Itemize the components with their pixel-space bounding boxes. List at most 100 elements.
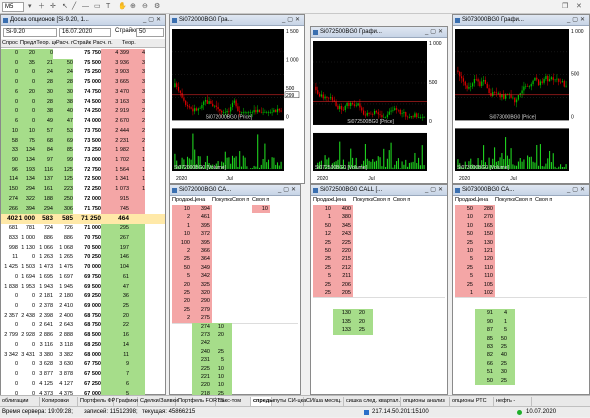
sell-cell[interactable]: 25 xyxy=(313,289,331,297)
sell-cell[interactable]: 2 xyxy=(172,247,190,255)
board-row[interactable]: 002 3782 41069 00025 xyxy=(1,302,165,312)
board-row[interactable]: 002 1812 18069 25036 xyxy=(1,292,165,302)
order-book-header-0[interactable]: Продаж xyxy=(172,196,192,204)
board-row[interactable]: 00283874 5003 1633 xyxy=(1,98,165,108)
buy-price-cell[interactable]: 130 xyxy=(333,309,351,317)
sell-cell[interactable]: 10 xyxy=(455,222,473,230)
order-book-header-4[interactable]: Своя п xyxy=(393,196,445,204)
board-row[interactable]: 15029416122372 2501 0731 xyxy=(1,185,165,195)
board-row[interactable]: 9619311612572 7501 5641 xyxy=(1,166,165,176)
price-chart[interactable]: 1 5001 0005000299Si072000BG0 [Price]Si07… xyxy=(170,15,304,183)
sell-cell[interactable]: 290 xyxy=(192,297,210,305)
tab-1[interactable]: Копировки xyxy=(40,397,78,406)
window-buttons[interactable]: _▢✕ xyxy=(425,186,445,195)
board-row[interactable]: 3 3423 4313 3803 38268 00011 xyxy=(1,351,165,361)
sell-cell[interactable]: 25 xyxy=(455,239,473,247)
zoom-out-icon[interactable]: ⊖ xyxy=(142,2,148,12)
board-row[interactable]: 8331 00088688670 750267 xyxy=(1,234,165,244)
date-field[interactable]: 16.07.2020 xyxy=(59,28,111,37)
buy-price-cell[interactable]: 85 xyxy=(475,335,493,343)
buy-price-cell[interactable]: 90 xyxy=(475,318,493,326)
sell-cell[interactable]: 50 xyxy=(455,230,473,238)
buy-price-cell[interactable]: 82 xyxy=(475,351,493,359)
buy-qty-cell[interactable]: 20 xyxy=(212,331,224,339)
order-book-titlebar[interactable]: Si072000BG0 СА..._▢✕ xyxy=(170,185,300,196)
buy-qty-cell[interactable]: 10 xyxy=(212,373,224,381)
sell-cell[interactable]: 205 xyxy=(333,289,351,297)
sell-cell[interactable]: 110 xyxy=(475,272,493,280)
buy-price-cell[interactable]: 231 xyxy=(192,356,210,364)
buy-qty-cell[interactable]: 25 xyxy=(495,343,507,351)
sell-cell[interactable]: 215 xyxy=(333,255,351,263)
sell-cell[interactable]: 364 xyxy=(192,255,210,263)
sell-cell[interactable]: 100 xyxy=(172,239,190,247)
sell-cell[interactable]: 10 xyxy=(455,213,473,221)
sell-cell[interactable]: 5 xyxy=(455,272,473,280)
buy-qty-cell[interactable]: 20 xyxy=(353,318,365,326)
sell-cell[interactable]: 325 xyxy=(192,281,210,289)
board-row[interactable]: 00384074 2502 9192 xyxy=(1,107,165,117)
board-row[interactable]: 33134848573 2501 9821 xyxy=(1,146,165,156)
order-book-titlebar[interactable]: Si072500BG0 CALL [..._▢✕ xyxy=(311,185,447,196)
board-row[interactable]: 035215075 5003 9363 xyxy=(1,59,165,69)
sell-cell[interactable]: 395 xyxy=(192,239,210,247)
price-chart[interactable]: 1 0005000Si073000BG0 [Price]Si073000BG0 … xyxy=(453,15,589,183)
window-restore-icon[interactable]: ❐ xyxy=(562,2,568,12)
sell-cell[interactable]: 25 xyxy=(313,264,331,272)
text-tool-icon[interactable]: T xyxy=(106,2,110,12)
board-row[interactable]: 003 6283 63067 7509 xyxy=(1,360,165,370)
sell-cell[interactable]: 342 xyxy=(192,272,210,280)
line-tool-icon[interactable]: ╱ xyxy=(72,2,76,12)
buy-price-cell[interactable]: 220 xyxy=(192,381,210,389)
buy-qty-cell[interactable]: 50 xyxy=(495,335,507,343)
board-header-3[interactable]: Страйк xyxy=(73,39,93,48)
sell-cell[interactable]: 20 xyxy=(172,297,190,305)
buy-qty-cell[interactable]: 25 xyxy=(495,377,507,385)
sell-cell[interactable]: 220 xyxy=(333,247,351,255)
tab-11[interactable]: опционы анализ xyxy=(401,397,450,406)
tab-9[interactable]: СИ/ша месяц. xyxy=(304,397,344,406)
gear-icon[interactable]: ⚙ xyxy=(154,2,160,12)
buy-qty-cell[interactable]: 4 xyxy=(495,309,507,317)
hline-tool-icon[interactable]: — xyxy=(82,2,89,12)
order-book-header-3[interactable]: Своя п xyxy=(232,196,252,204)
sell-cell[interactable]: 349 xyxy=(192,264,210,272)
board-row[interactable]: 2 7992 9282 8862 88868 50016 xyxy=(1,331,165,341)
sell-cell[interactable]: 280 xyxy=(475,205,493,213)
order-book-titlebar[interactable]: Si073000BG0 СА..._▢✕ xyxy=(453,185,589,196)
sell-cell[interactable]: 2 xyxy=(172,314,190,322)
hand-tool-icon[interactable]: ✋ xyxy=(118,2,127,12)
board-row[interactable]: 003 8773 87867 5007 xyxy=(1,370,165,380)
buy-price-cell[interactable]: 87 xyxy=(475,326,493,334)
board-row[interactable]: 26639429430671 750745 xyxy=(1,205,165,215)
tab-0[interactable]: облигации xyxy=(0,397,40,406)
sell-cell[interactable]: 10 xyxy=(455,247,473,255)
board-row[interactable]: 68178172472671 000295 xyxy=(1,224,165,234)
board-row[interactable]: 1 8381 9531 9431 94569 50047 xyxy=(1,283,165,293)
tab-8[interactable]: путы СИ-цка xyxy=(272,397,304,406)
strikes-count-select[interactable]: 50 xyxy=(136,28,164,37)
buy-price-cell[interactable]: 133 xyxy=(333,326,351,334)
order-book-header-1[interactable]: Цена xyxy=(475,196,495,204)
buy-qty-cell[interactable]: 20 xyxy=(353,309,365,317)
sell-cell[interactable]: 110 xyxy=(475,264,493,272)
board-row[interactable]: 620303074 7503 4703 xyxy=(1,88,165,98)
buy-qty-cell[interactable]: 25 xyxy=(212,348,224,356)
buy-qty-cell[interactable] xyxy=(212,339,224,347)
board-header-0[interactable]: Спрос xyxy=(2,39,20,48)
sell-cell[interactable]: 50 xyxy=(172,264,190,272)
board-header-4[interactable]: Расч. п. xyxy=(93,39,122,48)
plus-icon[interactable]: ＋ xyxy=(38,2,45,12)
sell-cell[interactable]: 320 xyxy=(192,289,210,297)
sell-cell[interactable]: 10 xyxy=(172,230,190,238)
buy-price-cell[interactable]: 66 xyxy=(475,360,493,368)
buy-price-cell[interactable]: 225 xyxy=(192,365,210,373)
board-row[interactable]: 1010575373 7502 4442 xyxy=(1,127,165,137)
order-book-header-4[interactable]: Своя п xyxy=(252,196,298,204)
buy-price-cell[interactable]: 242 xyxy=(192,339,210,347)
buy-price-cell[interactable]: 274 xyxy=(192,323,210,331)
sell-cell[interactable]: 25 xyxy=(313,281,331,289)
tab-6[interactable]: Бакс-том xyxy=(216,397,251,406)
sell-cell[interactable]: 275 xyxy=(192,314,210,322)
sell-cell[interactable]: 25 xyxy=(455,281,473,289)
